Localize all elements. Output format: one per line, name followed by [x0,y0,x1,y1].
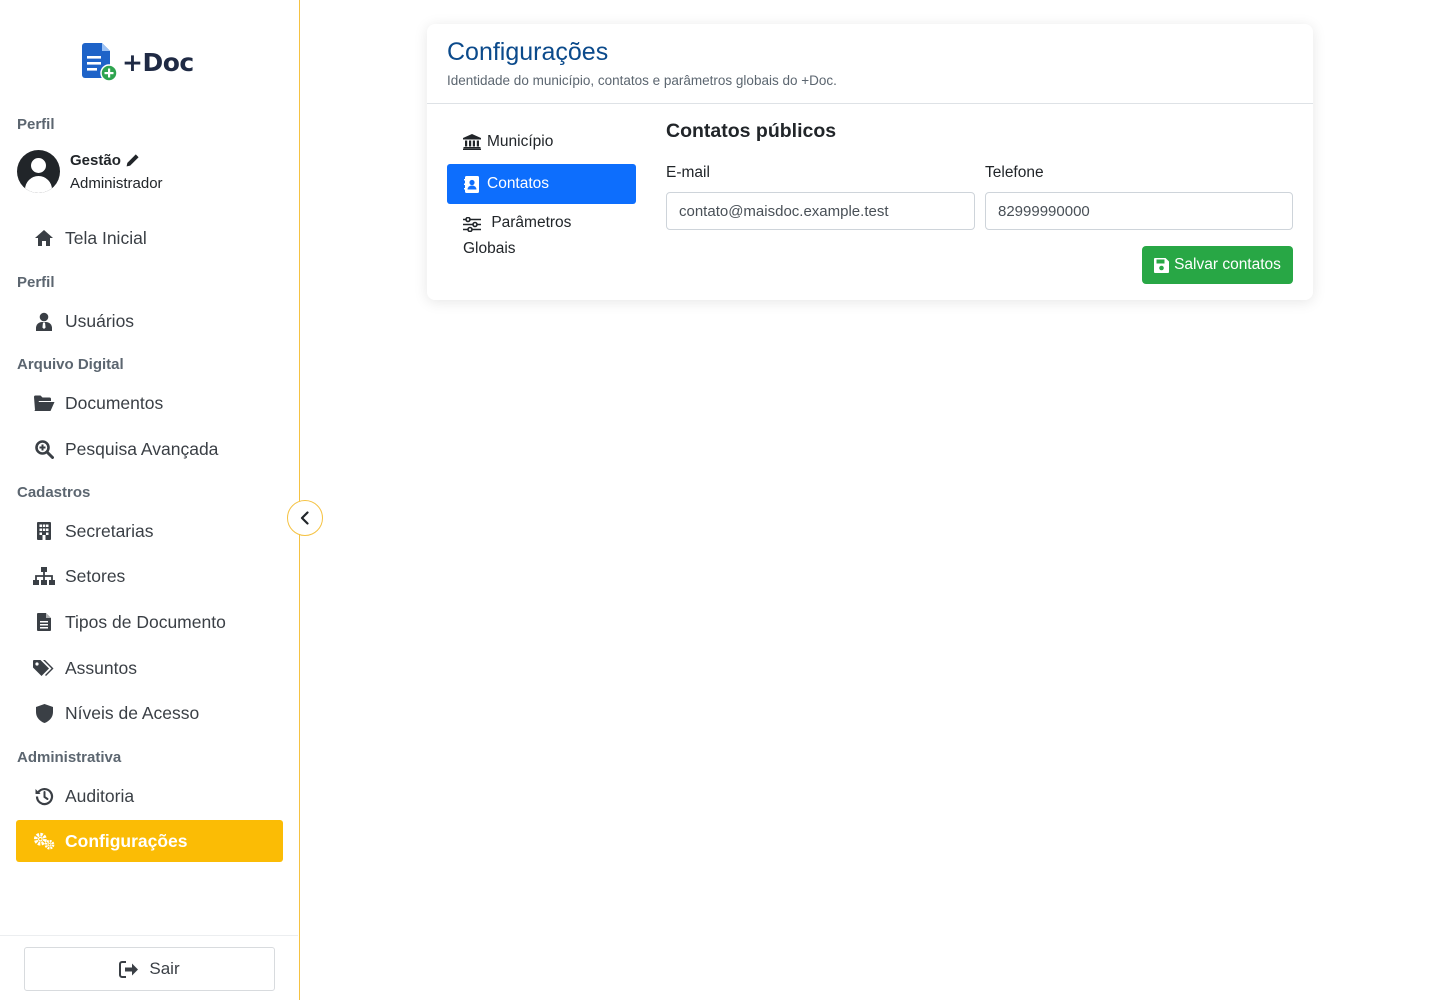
file-alt-icon [33,611,55,633]
profile-role: Administrador [70,174,163,192]
sidebar-collapse-button[interactable] [287,500,323,536]
sitemap-icon [33,565,55,587]
profile-section-label: Perfil [17,116,55,133]
nav-label: Pesquisa Avançada [65,438,219,459]
settings-tabs: Município Contatos Parâmetros Globais [447,120,636,271]
phone-field[interactable] [985,192,1293,230]
nav-label: Secretarias [65,520,154,541]
pencil-icon[interactable] [125,153,140,168]
tags-icon [33,657,55,679]
section-label-perfil: Perfil [17,274,55,291]
history-icon [33,785,55,807]
nav-item-pesquisa-avancada[interactable]: Pesquisa Avançada [16,428,283,470]
home-icon [33,227,55,249]
building-icon [33,520,55,542]
landmark-icon [463,130,481,154]
nav-item-niveis-de-acesso[interactable]: Níveis de Acesso [16,692,283,734]
address-book-icon [463,172,481,196]
save-contacts-button[interactable]: Salvar contatos [1142,246,1293,284]
shield-icon [33,702,55,724]
user-tie-icon [33,310,55,332]
nav-item-configuracoes[interactable]: Configurações [16,820,283,862]
nav-item-usuarios[interactable]: Usuários [16,300,283,342]
tab-label: Município [487,133,554,150]
nav-label: Configurações [65,830,188,851]
logout-button[interactable]: Sair [24,947,275,991]
nav-label: Níveis de Acesso [65,702,200,723]
nav-label: Auditoria [65,785,135,806]
email-label: E-mail [666,164,710,181]
user-profile: Gestão Administrador [17,150,163,193]
save-icon [1154,257,1170,273]
section-label-arquivo-digital: Arquivo Digital [17,356,124,373]
sliders-icon [463,213,481,237]
nav-item-tela-inicial[interactable]: Tela Inicial [16,217,283,259]
settings-card: Configurações Identidade do município, c… [427,24,1313,300]
chevron-left-icon [300,511,309,525]
nav-label: Setores [65,565,126,586]
folder-open-icon [33,392,55,414]
app-logo[interactable]: +Doc [80,42,194,82]
nav-label: Tela Inicial [65,227,147,248]
save-label: Salvar contatos [1174,256,1281,273]
profile-name-row: Gestão [70,152,163,169]
nav-item-assuntos[interactable]: Assuntos [16,647,283,689]
nav-item-secretarias[interactable]: Secretarias [16,510,283,552]
phone-label: Telefone [985,164,1044,181]
form-title: Contatos públicos [666,120,837,142]
page-title: Configurações [447,38,609,66]
sign-out-icon [119,960,139,978]
sidebar: +Doc Perfil Gestão Administrador Tela In… [0,0,300,1000]
section-label-cadastros: Cadastros [17,484,91,501]
logo-text: +Doc [122,47,194,77]
tab-municipio[interactable]: Município [447,120,636,164]
section-label-administrativa: Administrativa [17,749,122,766]
logout-area: Sair [0,935,298,1000]
document-plus-icon [82,43,118,82]
cogs-icon [33,830,55,852]
nav-label: Usuários [65,310,135,331]
nav-item-documentos[interactable]: Documentos [16,382,283,424]
nav-label: Documentos [65,392,164,413]
nav-label: Assuntos [65,657,137,678]
page-subtitle: Identidade do município, contatos e parâ… [447,73,837,88]
card-header: Configurações Identidade do município, c… [427,24,1313,104]
search-plus-icon [33,438,55,460]
tab-label: Contatos [487,175,550,192]
nav-item-setores[interactable]: Setores [16,555,283,597]
contacts-form: Contatos públicos E-mail Telefone Salvar… [666,120,1293,284]
email-field[interactable] [666,192,975,230]
nav-item-auditoria[interactable]: Auditoria [16,775,283,817]
profile-name: Gestão [70,151,121,169]
avatar [17,150,60,193]
nav-item-tipos-de-documento[interactable]: Tipos de Documento [16,601,283,643]
tab-contatos[interactable]: Contatos [447,164,636,204]
nav-label: Tipos de Documento [65,611,226,632]
tab-parametros-globais[interactable]: Parâmetros Globais [447,204,636,271]
logout-label: Sair [149,959,180,978]
